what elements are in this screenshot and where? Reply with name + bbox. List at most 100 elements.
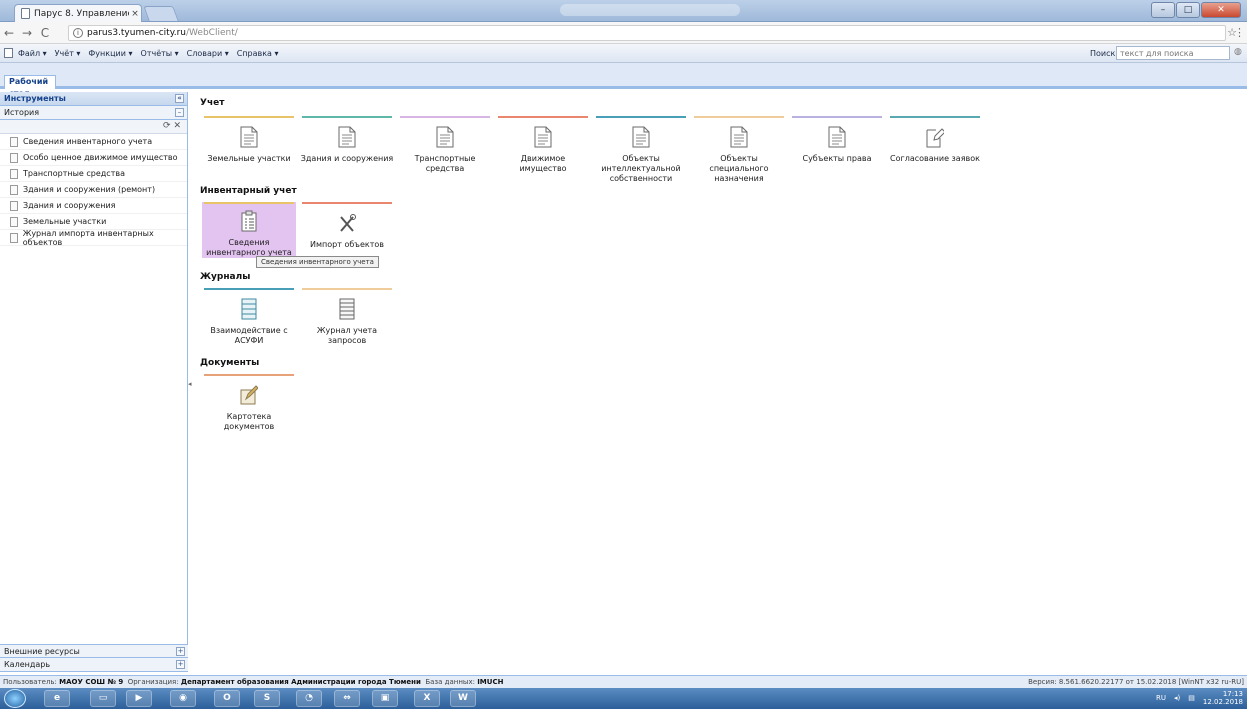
menu-accounting[interactable]: Учёт ▾ [55,49,81,58]
save-taskbar-icon[interactable]: ▣ [372,690,398,707]
tile-color-bar [204,202,294,204]
tile-color-bar [498,116,588,118]
taskbar: e ▭ ▶ ◉ O S ◔ ⇔ ▣ X W RU ◂) ▤ 17:13 12.0… [0,688,1247,709]
close-tab-icon[interactable]: × [129,9,141,19]
media-taskbar-icon[interactable]: ▶ [126,690,152,707]
sidebar-item-import-journal[interactable]: Журнал импорта инвентарных объектов [0,228,187,247]
status-org: Департамент образования Администрации го… [180,678,421,686]
window-caption [560,4,740,16]
system-tray: RU ◂) ▤ 17:13 12.02.2018 [1156,690,1243,706]
splitter-arrow-icon[interactable]: ◂ [188,380,192,388]
status-db-label: База данных: [425,678,475,686]
app-taskbar-icon[interactable]: ◔ [296,690,322,707]
tile-land-plots[interactable]: Земельные участки [202,116,296,164]
explorer-taskbar-icon[interactable]: ▭ [90,690,116,707]
expand-external-button[interactable]: + [176,647,185,656]
menu-reports[interactable]: Отчёты ▾ [141,49,179,58]
tab-desktop[interactable]: Рабочий стол [4,75,56,98]
menu-file[interactable]: Файл ▾ [18,49,47,58]
history-panel-header[interactable]: История – [0,106,187,120]
tile-color-bar [400,116,490,118]
sidebar-item-label: Журнал импорта инвентарных объектов [22,228,154,247]
collapse-sidebar-button[interactable]: « [175,94,184,103]
window-controls: – □ ✕ [1151,2,1241,18]
word-taskbar-icon[interactable]: W [450,690,476,707]
browser-tab[interactable]: Парус 8. Управление го × [14,4,142,22]
calendar-header[interactable]: Календарь + [0,658,188,672]
tile-asufi-interaction[interactable]: Взаимодействие с АСУФИ [202,288,296,346]
tile-tooltip: Сведения инвентарного учета [256,256,379,268]
history-toolbar[interactable]: ⟳ ✕ [0,120,187,134]
desktop-content: Учет Земельные участки Здания и сооружен… [192,92,1247,672]
tile-buildings[interactable]: Здания и сооружения [300,116,394,164]
reload-icon[interactable]: C [36,26,54,40]
tile-rights-subjects[interactable]: Субъекты права [790,116,884,164]
search-icon[interactable]: ◍ [1234,47,1244,59]
ie-taskbar-icon[interactable]: e [44,690,70,707]
tile-label: Субъекты права [802,154,872,163]
sidebar-item-buildings[interactable]: Здания и сооружения [0,198,187,214]
sidebar-item-vehicles[interactable]: Транспортные средства [0,166,187,182]
clock-time: 17:13 [1222,690,1243,698]
info-icon[interactable]: i [73,28,83,38]
skype-taskbar-icon[interactable]: S [254,690,280,707]
new-tab-button[interactable] [143,6,179,21]
tile-request-approval[interactable]: Согласование заявок [888,116,982,164]
external-resources-header[interactable]: Внешние ресурсы + [0,644,188,658]
tile-label: Импорт объектов [310,240,384,249]
tile-inventory-info[interactable]: Сведения инвентарного учета [202,202,296,258]
tile-vehicles[interactable]: Транспортные средства [398,116,492,174]
sidebar-item-label: Сведения инвентарного учета [23,137,153,146]
url-input[interactable]: i parus3.tyumen-city.ru /WebClient/ [68,25,1226,41]
document-icon [10,184,18,195]
document-icon [10,200,18,211]
excel-taskbar-icon[interactable]: X [414,690,440,707]
document-pencil-icon [240,385,258,405]
clock[interactable]: 17:13 12.02.2018 [1203,690,1243,706]
outlook-taskbar-icon[interactable]: O [214,690,240,707]
back-icon[interactable]: ← [0,26,18,40]
tile-label: Согласование заявок [890,154,980,163]
minimize-button[interactable]: – [1151,2,1175,18]
tile-movable-property[interactable]: Движимое имущество [496,116,590,174]
tile-color-bar [204,116,294,118]
collapse-history-button[interactable]: – [175,108,184,117]
section-title-documents: Документы [200,358,260,368]
sidebar-item-valuable-property[interactable]: Особо ценное движимое имущество [0,150,187,166]
chrome-taskbar-icon[interactable]: ◉ [170,690,196,707]
tools-icon [340,214,356,232]
menu-help[interactable]: Справка ▾ [237,49,279,58]
menu-functions[interactable]: Функции ▾ [88,49,132,58]
tile-intellectual-property[interactable]: Объекты интеллектуальной собственности [594,116,688,184]
volume-icon[interactable]: ◂) [1174,694,1180,702]
tile-special-objects[interactable]: Объекты специального назначения [692,116,786,184]
sidebar-item-buildings-repair[interactable]: Здания и сооружения (ремонт) [0,182,187,198]
sidebar-item-label: Особо ценное движимое имущество [23,153,178,162]
clock-date: 12.02.2018 [1202,698,1243,706]
language-indicator[interactable]: RU [1156,694,1166,702]
maximize-button[interactable]: □ [1176,2,1200,18]
document-icon [436,126,454,148]
network-icon[interactable]: ▤ [1188,694,1195,702]
start-button[interactable] [4,689,26,708]
document-icon [10,168,18,179]
document-icon [10,152,18,163]
forward-icon[interactable]: → [18,26,36,40]
document-icon [10,232,18,243]
tile-document-files[interactable]: Картотека документов [202,374,296,432]
tile-color-bar [694,116,784,118]
menu-dictionaries[interactable]: Словари ▾ [187,49,229,58]
close-window-button[interactable]: ✕ [1201,2,1241,18]
browser-menu-icon[interactable]: ⋮ [1234,26,1245,39]
search-input[interactable] [1116,46,1230,60]
status-bar: Пользователь: МАОУ СОШ № 9 Организация: … [0,675,1247,688]
tile-label: Объекты интеллектуальной собственности [601,154,681,183]
teamviewer-taskbar-icon[interactable]: ⇔ [334,690,360,707]
tile-import-objects[interactable]: Импорт объектов [300,202,394,250]
sidebar-item-inventory-info[interactable]: Сведения инвентарного учета [0,134,187,150]
tile-requests-journal[interactable]: Журнал учета запросов [300,288,394,346]
expand-calendar-button[interactable]: + [176,660,185,669]
document-icon [632,126,650,148]
edit-document-icon [926,128,944,148]
address-bar: ← → C i parus3.tyumen-city.ru /WebClient… [0,22,1247,44]
